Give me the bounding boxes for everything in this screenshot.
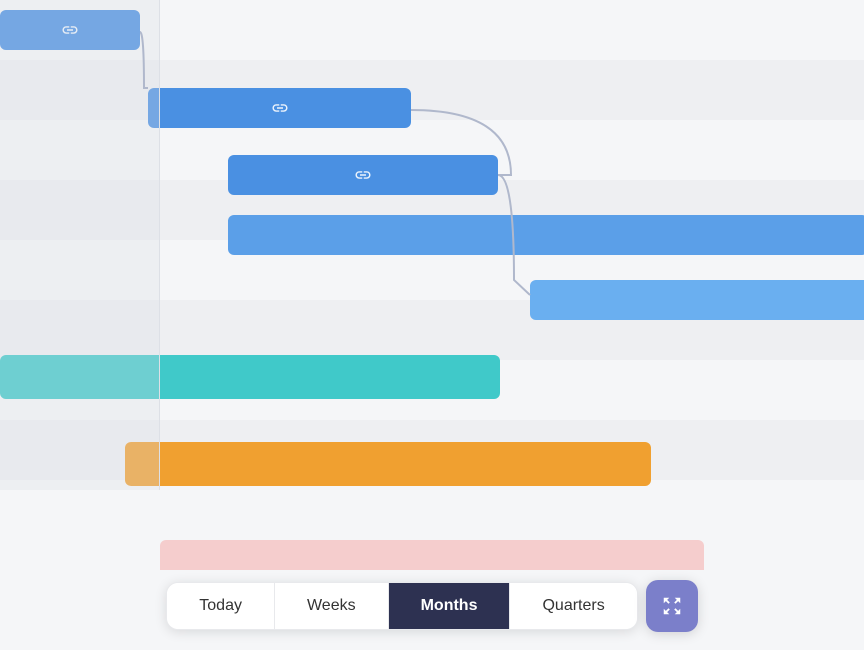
toolbar: Today Weeks Months Quarters: [0, 580, 864, 632]
gantt-bar-7[interactable]: [125, 442, 651, 486]
gantt-area: [0, 0, 864, 570]
tab-weeks[interactable]: Weeks: [275, 583, 389, 629]
tab-today[interactable]: Today: [167, 583, 275, 629]
expand-button[interactable]: [646, 580, 698, 632]
gantt-container: Today Weeks Months Quarters: [0, 0, 864, 650]
sidebar-area: [0, 0, 160, 490]
gantt-bar-3[interactable]: [228, 155, 498, 195]
gantt-bar-partial: [160, 540, 704, 570]
link-icon: [354, 166, 372, 184]
tab-group: Today Weeks Months Quarters: [166, 582, 637, 630]
link-icon: [271, 99, 289, 117]
gantt-bar-5[interactable]: [530, 280, 864, 320]
expand-icon: [661, 595, 683, 617]
tab-months[interactable]: Months: [389, 583, 511, 629]
gantt-bar-2[interactable]: [148, 88, 411, 128]
gantt-bar-4[interactable]: [228, 215, 864, 255]
tab-quarters[interactable]: Quarters: [510, 583, 636, 629]
